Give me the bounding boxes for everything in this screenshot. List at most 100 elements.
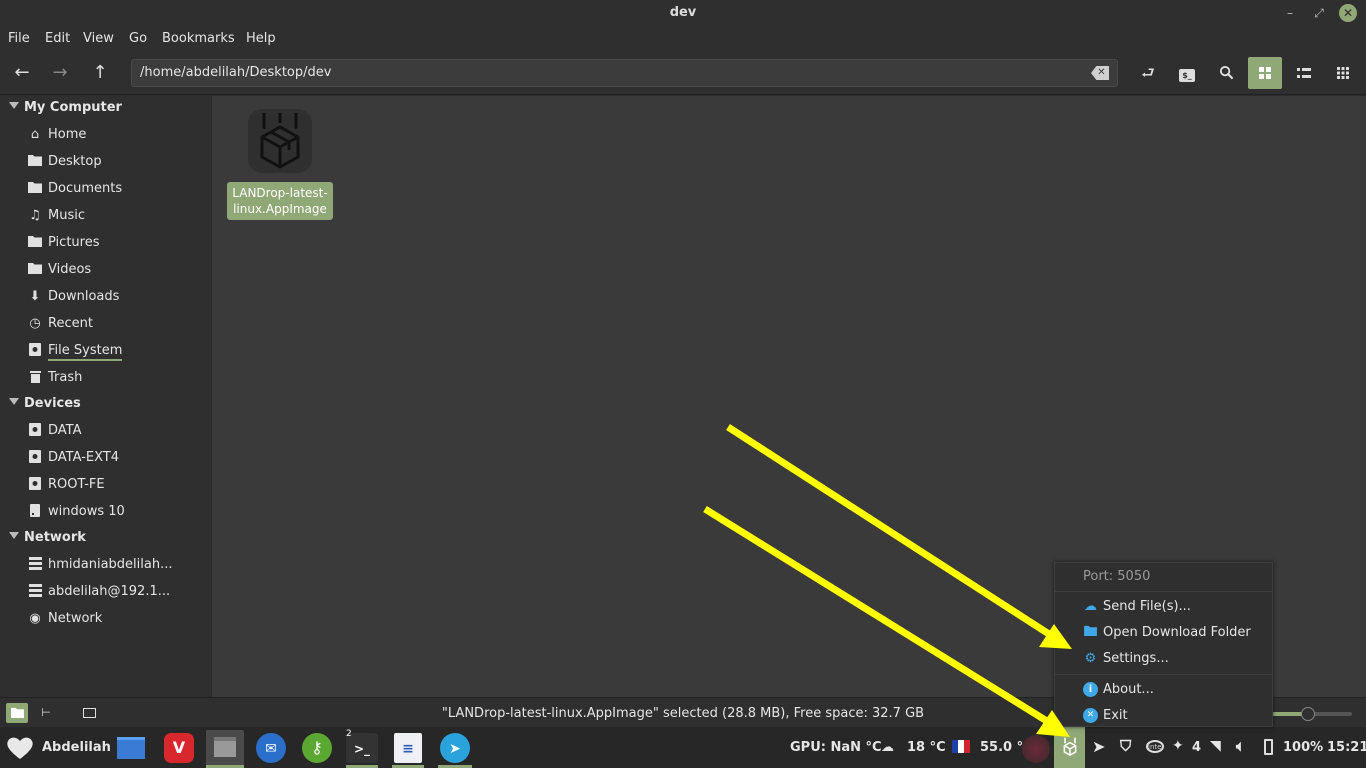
thunderbird-launcher[interactable]: ✉ (256, 733, 286, 763)
up-button[interactable]: ↑ (86, 59, 114, 87)
sidebar-item-data[interactable]: DATA (0, 418, 211, 444)
telegram-tray-icon[interactable]: ➤ (1092, 737, 1105, 756)
sidebar-item-downloads[interactable]: ⬇ Downloads (0, 284, 211, 310)
maximize-button[interactable]: ⤢ (1310, 4, 1328, 22)
sidebar-item-network-share-1[interactable]: hmidaniabdelilah... (0, 552, 211, 578)
zoom-slider-handle[interactable] (1301, 707, 1315, 721)
sidebar-item-network-share-2[interactable]: abdelilah@192.1... (0, 579, 211, 605)
app-status-icon[interactable] (1022, 735, 1050, 763)
list-view-button[interactable] (1287, 57, 1321, 89)
exit-menu-item[interactable]: ✕ Exit (1055, 704, 1272, 728)
sidebar-item-documents[interactable]: Documents (0, 176, 211, 202)
wifi-icon[interactable]: ◥ (1210, 738, 1221, 754)
section-network[interactable]: Network (0, 526, 211, 550)
settings-menu-item[interactable]: ⚙ Settings... (1055, 647, 1272, 671)
about-menu-item[interactable]: i About... (1055, 678, 1272, 702)
info-icon: i (1083, 682, 1098, 697)
shield-icon[interactable]: ⛉ (1120, 737, 1131, 755)
compact-view-button[interactable] (1326, 57, 1360, 89)
terminal-button[interactable]: $_ (1170, 57, 1204, 89)
sidebar-item-music[interactable]: ♫ Music (0, 203, 211, 229)
sidebar-item-label: Network (48, 611, 103, 626)
server-icon (27, 557, 43, 573)
clock[interactable]: 15:21 (1327, 740, 1366, 755)
file-manager-launcher[interactable] (206, 730, 244, 766)
sidebar-item-data-ext4[interactable]: DATA-EXT4 (0, 445, 211, 471)
menu-bookmarks[interactable]: Bookmarks (162, 31, 235, 46)
sidebar-item-videos[interactable]: Videos (0, 257, 211, 283)
landrop-tray-button[interactable] (1054, 727, 1085, 768)
arrow-right-icon: → (52, 62, 68, 83)
sidebar-item-root-fe[interactable]: ROOT-FE (0, 472, 211, 498)
clear-location-icon[interactable]: ✕ (1091, 66, 1109, 80)
file-cabinet-icon (214, 737, 236, 757)
arrow-left-icon: ← (14, 62, 30, 83)
folder-icon (27, 181, 43, 197)
search-button[interactable] (1209, 57, 1243, 89)
menu-help[interactable]: Help (246, 31, 276, 46)
notification-count[interactable]: 4 (1192, 740, 1201, 755)
keepass-launcher[interactable]: ⚷ (302, 733, 332, 763)
window-title: dev (669, 5, 697, 20)
back-button[interactable]: ← (8, 59, 36, 87)
sidebar-item-label: Music (48, 208, 85, 223)
sidebar-item-home[interactable]: ⌂ Home (0, 122, 211, 148)
thunderbird-icon: ✉ (265, 741, 277, 757)
close-button[interactable]: ✕ (1339, 4, 1357, 22)
toggle-path-icon: ⮐ (1141, 64, 1155, 82)
menu-go[interactable]: Go (129, 31, 147, 46)
folder-icon (27, 262, 43, 278)
keyboard-layout-fr-icon[interactable] (952, 740, 970, 753)
weather-icon[interactable]: ☁ (881, 740, 894, 755)
sidebar-item-label: abdelilah@192.1... (48, 584, 171, 599)
icon-view-button[interactable] (1248, 57, 1282, 89)
battery-percent[interactable]: 100% (1283, 740, 1323, 755)
sidebar-item-label: Home (48, 127, 87, 142)
menu-heart-icon[interactable] (6, 736, 34, 764)
open-download-folder-menu-item[interactable]: Open Download Folder (1055, 621, 1272, 645)
battery-icon[interactable] (1264, 739, 1273, 755)
menu-file[interactable]: File (8, 31, 30, 46)
forward-button[interactable]: → (46, 59, 74, 87)
landrop-context-menu: Port: 5050 ☁ Send File(s)... Open Downloa… (1054, 562, 1273, 727)
notification-bell-icon[interactable]: ✦ (1172, 738, 1184, 754)
server-icon (27, 584, 43, 600)
show-desktop-button[interactable] (116, 733, 146, 763)
vivaldi-launcher[interactable]: V (164, 733, 194, 763)
volume-icon[interactable]: 🔈︎ (1236, 737, 1245, 755)
section-devices[interactable]: Devices (0, 392, 211, 416)
weather-temp[interactable]: 18 °C (907, 740, 946, 755)
user-name[interactable]: Abdelilah (42, 740, 111, 755)
sidebar-item-recent[interactable]: ◷ Recent (0, 311, 211, 337)
section-label: My Computer (24, 100, 122, 115)
sidebar-item-network[interactable]: ◉ Network (0, 606, 211, 632)
menu-item-label: About... (1103, 682, 1154, 697)
section-my-computer[interactable]: My Computer (0, 96, 211, 120)
drive-icon (27, 504, 43, 520)
sidebar-item-pictures[interactable]: Pictures (0, 230, 211, 256)
drive-icon (27, 423, 43, 439)
minimize-button[interactable]: – (1281, 4, 1299, 22)
menu-view[interactable]: View (83, 31, 114, 46)
intel-icon[interactable]: intel (1146, 740, 1164, 753)
menubar: File Edit View Go Bookmarks Help (0, 27, 1366, 51)
cpu-temp[interactable]: 55.0 ° (980, 740, 1023, 755)
music-icon: ♫ (29, 208, 41, 223)
sidebar-item-windows-10[interactable]: windows 10 (0, 499, 211, 525)
sidebar-item-label: Trash (48, 370, 83, 385)
gpu-temp[interactable]: GPU: NaN °C (790, 740, 882, 755)
location-bar[interactable]: /home/abdelilah/Desktop/dev ✕ (131, 59, 1118, 87)
sidebar-item-label: ROOT-FE (48, 477, 105, 492)
sidebar-item-file-system[interactable]: File System (0, 338, 211, 364)
toggle-location-button[interactable]: ⮐ (1131, 57, 1165, 89)
sidebar-item-desktop[interactable]: Desktop (0, 149, 211, 175)
sidebar-item-trash[interactable]: Trash (0, 365, 211, 391)
telegram-launcher[interactable]: ➤ (440, 733, 470, 763)
zoom-slider[interactable] (1272, 707, 1352, 721)
menu-edit[interactable]: Edit (45, 31, 70, 46)
chevron-down-icon (9, 532, 19, 539)
send-files-menu-item[interactable]: ☁ Send File(s)... (1055, 595, 1272, 619)
writer-launcher[interactable]: ≡ (394, 733, 422, 763)
workspace-badge: 2 (346, 729, 352, 739)
desktop-icon (117, 737, 145, 759)
